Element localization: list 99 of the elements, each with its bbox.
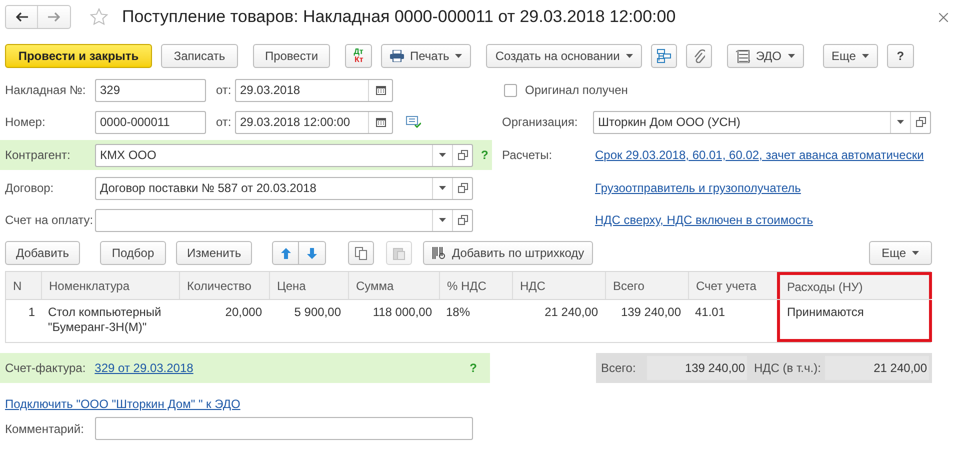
calendar-icon: [376, 85, 386, 95]
table-cell-text: 20,000: [224, 304, 263, 321]
field-label: Контрагент:: [5, 147, 72, 164]
link[interactable]: 329 от 29.03.2018: [94, 359, 194, 377]
field-label: Расчеты:: [502, 147, 554, 164]
field-label: Номер:: [5, 114, 46, 131]
structure-icon: [656, 49, 671, 63]
field-label: Накладная №:: [5, 82, 87, 99]
table-cell-text: 118 000,00: [372, 304, 433, 321]
menu-button[interactable]: ЭДО: [726, 44, 804, 68]
input-field[interactable]: [95, 417, 473, 440]
field-label: Счет на оплату:: [5, 212, 94, 229]
table-cell-text: 18%: [445, 304, 472, 321]
forward-arrow-icon: [48, 12, 60, 22]
caret-icon: [897, 120, 904, 124]
toolbar-button[interactable]: Записать: [161, 44, 238, 68]
calendar-icon: [376, 117, 386, 127]
column-header[interactable]: Цена: [269, 272, 348, 299]
field-label: Комментарий:: [5, 420, 85, 438]
checkbox[interactable]: [504, 84, 517, 96]
down-arrow-icon: [307, 248, 317, 258]
vat-value: 21 240,00: [824, 356, 929, 380]
column-header[interactable]: N: [6, 272, 41, 299]
field-label: Договор:: [5, 180, 55, 197]
field-label: Всего:: [601, 360, 637, 377]
total-value: 139 240,00: [647, 356, 747, 380]
column-header[interactable]: Счет учета: [688, 272, 777, 299]
field-label: Организация:: [502, 114, 579, 131]
caret-icon: [439, 153, 446, 157]
open-icon: [458, 215, 468, 225]
back-arrow-icon: [16, 12, 28, 22]
open-icon: [916, 117, 926, 127]
caret-icon: [455, 54, 462, 58]
caret-icon: [912, 251, 919, 255]
input-field[interactable]: 29.03.2018: [235, 78, 393, 102]
column-header[interactable]: Номенклатура: [41, 272, 179, 299]
edit-button[interactable]: Изменить: [176, 241, 252, 265]
input-field[interactable]: Шторкин Дом ООО (УСН): [593, 110, 931, 134]
caret-icon: [788, 54, 794, 58]
star-icon[interactable]: [90, 8, 108, 26]
move-down-button[interactable]: [299, 241, 326, 265]
link[interactable]: Грузоотправитель и грузополучатель: [595, 179, 801, 197]
input-field[interactable]: 0000-000011: [95, 110, 206, 134]
move-up-button[interactable]: [272, 241, 299, 265]
toolbar-button[interactable]: Провести: [253, 44, 330, 68]
postings-button[interactable]: Дт Кт: [345, 44, 372, 68]
open-icon: [458, 183, 468, 193]
more-button[interactable]: Еще: [868, 241, 932, 265]
table-cell-text: 1: [27, 304, 36, 321]
add-by-barcode-button[interactable]: Добавить по штрихкоду: [423, 241, 594, 265]
input-field[interactable]: КМХ ООО: [95, 144, 473, 166]
input-field[interactable]: 329: [95, 78, 206, 102]
link[interactable]: Подключить "ООО "Шторкин Дом" " к ЭДО: [5, 395, 240, 411]
field-label: от:: [216, 82, 232, 99]
copy-button[interactable]: [348, 241, 374, 265]
table-cell-text: 5 900,00: [293, 304, 342, 321]
caret-icon: [439, 218, 446, 222]
table-cell-text: 21 240,00: [544, 304, 599, 321]
column-header[interactable]: % НДС: [439, 272, 512, 299]
help-button[interactable]: ?: [886, 44, 914, 68]
link[interactable]: Срок 29.03.2018, 60.01, 60.02, зачет аванса автоматически: [595, 146, 924, 164]
clipboard-icon: [393, 246, 405, 260]
caret-icon: [626, 54, 633, 58]
column-header[interactable]: Количество: [179, 272, 269, 299]
window-title: Поступление товаров: Накладная 0000-000011 от 29.03.2018 12:00:00: [122, 6, 677, 28]
menu-button[interactable]: Печать: [381, 44, 472, 68]
document-check-icon[interactable]: [406, 116, 421, 128]
table-cell: Принимаются: [777, 300, 932, 342]
column-header[interactable]: Расходы (НУ): [777, 272, 932, 299]
icon-button[interactable]: [650, 44, 677, 68]
table-cell-text: 139 240,00: [620, 304, 682, 321]
field-label: Счет-фактура:: [5, 360, 86, 377]
table-cell-text: 41.01: [694, 304, 726, 321]
link[interactable]: НДС сверху, НДС включен в стоимость: [595, 211, 814, 229]
post-and-close-button[interactable]: Провести и закрыть: [5, 44, 152, 68]
menu-button[interactable]: Еще: [822, 44, 878, 68]
column-header[interactable]: Сумма: [348, 272, 439, 299]
table-cell-text: Стол компьютерный "Бумеранг-3Н(М)": [47, 304, 162, 336]
close-icon[interactable]: [939, 12, 948, 22]
menu-button[interactable]: Создать на основании: [486, 44, 642, 68]
printer-icon: [390, 50, 404, 62]
field-label: Оригинал получен: [525, 82, 628, 99]
up-arrow-icon: [280, 248, 290, 258]
caret-icon: [862, 54, 869, 58]
open-icon: [458, 150, 468, 160]
field-label: от:: [216, 114, 232, 131]
barcode-icon: [432, 247, 446, 259]
icon-button[interactable]: [686, 44, 712, 68]
pick-button[interactable]: Подбор: [100, 241, 166, 265]
input-field[interactable]: 29.03.2018 12:00:00: [235, 110, 393, 134]
field-label: НДС (в т.ч.):: [754, 360, 821, 377]
input-field[interactable]: Договор поставки № 587 от 20.03.2018: [95, 176, 473, 200]
paperclip-icon: [692, 49, 705, 63]
column-header[interactable]: НДС: [512, 272, 605, 299]
add-button[interactable]: Добавить: [5, 241, 80, 265]
caret-icon: [439, 186, 446, 190]
input-field[interactable]: [95, 208, 473, 232]
column-header[interactable]: Всего: [605, 272, 688, 299]
copy-icon: [355, 246, 367, 260]
